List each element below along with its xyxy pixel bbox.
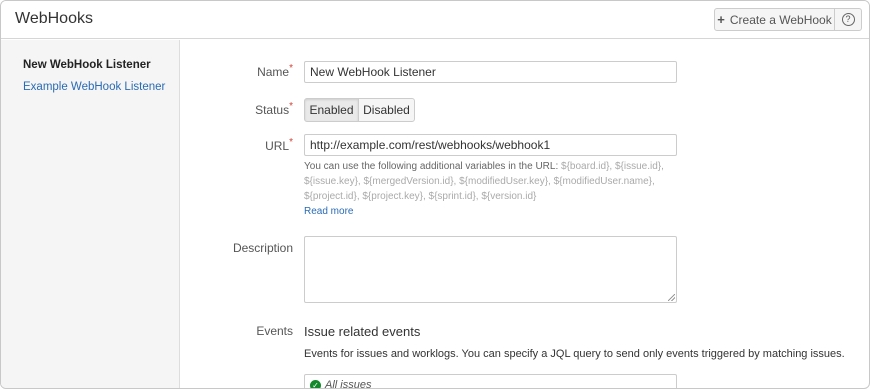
url-input[interactable]: http://example.com/rest/webhooks/webhook… bbox=[304, 134, 677, 156]
status-label-text: Status bbox=[255, 103, 290, 117]
help-button[interactable]: ? bbox=[834, 8, 862, 31]
sidebar-item-example-webhook[interactable]: Example WebHook Listener bbox=[23, 81, 165, 93]
check-circle-icon: ✓ bbox=[310, 380, 321, 388]
page-title: WebHooks bbox=[15, 10, 93, 27]
create-webhook-button[interactable]: + Create a WebHook bbox=[714, 8, 835, 31]
webhooks-panel: WebHooks + Create a WebHook ? New WebHoo… bbox=[0, 0, 870, 389]
status-disabled-button[interactable]: Disabled bbox=[358, 98, 415, 122]
url-input-value: http://example.com/rest/webhooks/webhook… bbox=[310, 138, 551, 152]
page-header: WebHooks + Create a WebHook ? bbox=[1, 1, 869, 39]
read-more-link[interactable]: Read more bbox=[304, 206, 353, 217]
create-webhook-label: Create a WebHook bbox=[729, 12, 832, 27]
name-label: Name* bbox=[173, 63, 293, 79]
url-label-text: URL bbox=[265, 139, 290, 153]
issue-events-description: Events for issues and worklogs. You can … bbox=[304, 348, 845, 360]
jql-filter-field[interactable]: ✓ All issues bbox=[304, 374, 677, 389]
name-input[interactable]: New WebHook Listener bbox=[304, 61, 677, 83]
required-marker: * bbox=[289, 137, 293, 148]
jql-filter-value: All issues bbox=[325, 379, 372, 389]
url-label: URL* bbox=[173, 137, 293, 153]
name-input-value: New WebHook Listener bbox=[310, 65, 436, 79]
sidebar-item-new-webhook[interactable]: New WebHook Listener bbox=[23, 59, 151, 71]
events-label: Events bbox=[256, 324, 293, 338]
url-help-intro: You can use the following additional var… bbox=[304, 161, 559, 172]
plus-icon: + bbox=[717, 12, 725, 27]
name-label-text: Name bbox=[257, 65, 290, 79]
help-icon: ? bbox=[841, 13, 855, 26]
required-marker: * bbox=[289, 63, 293, 74]
resize-handle-icon[interactable] bbox=[668, 294, 675, 301]
status-label: Status* bbox=[173, 101, 293, 117]
sidebar: New WebHook Listener Example WebHook Lis… bbox=[1, 40, 180, 388]
status-enabled-button[interactable]: Enabled bbox=[304, 98, 359, 122]
description-label: Description bbox=[232, 241, 293, 255]
url-help-text: You can use the following additional var… bbox=[304, 159, 684, 204]
issue-events-heading: Issue related events bbox=[304, 324, 421, 339]
description-textarea[interactable] bbox=[304, 236, 677, 303]
required-marker: * bbox=[289, 101, 293, 112]
